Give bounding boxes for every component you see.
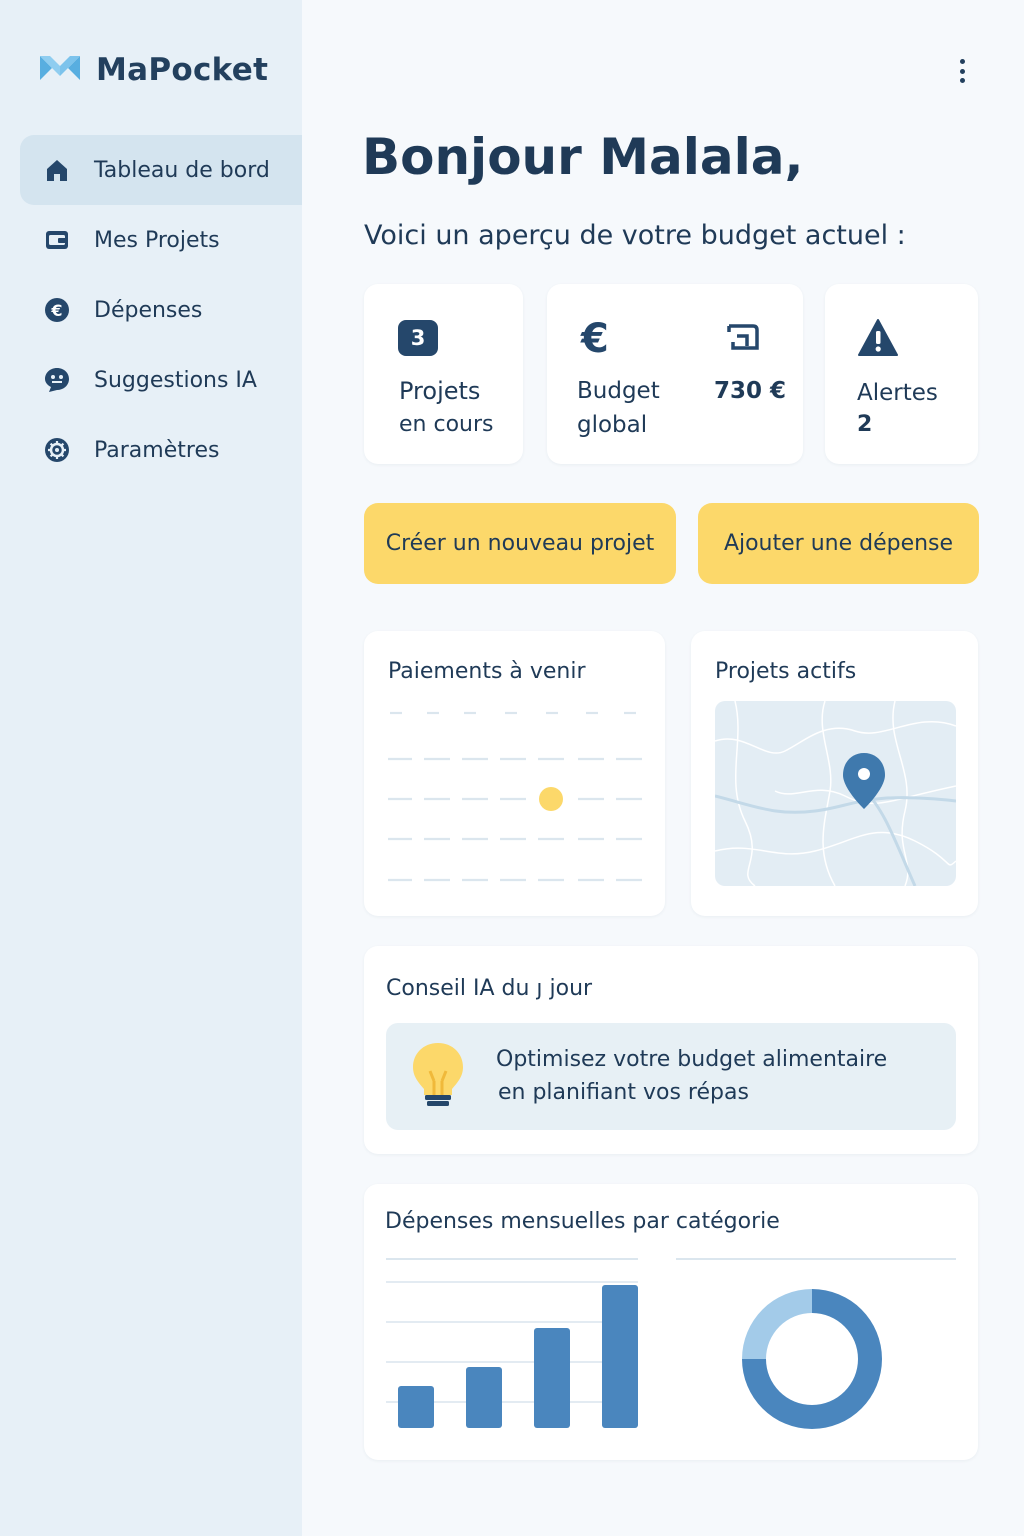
svg-text:€: € — [50, 301, 62, 320]
mapocket-logo-icon — [38, 52, 82, 88]
sidebar-item-label: Suggestions IA — [94, 367, 257, 393]
kebab-dot — [959, 59, 965, 64]
expense-donut-chart — [676, 1258, 956, 1429]
brand[interactable]: MaPocket — [38, 50, 268, 90]
stat-label: en cours — [399, 412, 494, 437]
stat-card-alerts[interactable]: Alertes 2 — [825, 284, 978, 464]
active-projects-card[interactable]: Projets actifs — [691, 631, 978, 916]
project-count-badge: 3 — [398, 320, 438, 356]
monthly-expenses-card[interactable]: Dépenses mensuelles par catégorie — [364, 1184, 978, 1460]
donut-slice-1 — [742, 1289, 812, 1359]
stat-label: global — [577, 412, 648, 438]
page-title: Bonjour Malala, — [362, 128, 804, 186]
stat-card-budget[interactable]: € Budget global 730 € — [547, 284, 803, 464]
bar-1 — [398, 1386, 434, 1428]
sidebar-item-settings[interactable]: Paramètres — [20, 415, 302, 485]
sidebar-item-label: Paramètres — [94, 437, 220, 463]
home-icon — [42, 155, 72, 185]
stat-label: Budget — [577, 378, 660, 404]
sidebar-item-expenses[interactable]: € Dépenses — [20, 275, 302, 345]
expense-bar-chart — [386, 1258, 638, 1428]
kebab-dot — [959, 78, 965, 83]
alerts-count: 2 — [857, 412, 873, 437]
sidebar-item-label: Tableau de bord — [94, 157, 270, 183]
more-options-button[interactable] — [950, 56, 974, 86]
card-shape-icon — [725, 322, 761, 358]
page-subtitle: Voici un aperçu de votre budget actuel : — [364, 220, 906, 251]
kebab-dot — [959, 68, 965, 74]
card-title: Conseil IA du ȷ jour — [386, 976, 593, 1001]
sidebar-item-label: Dépenses — [94, 297, 203, 323]
stat-card-projects[interactable]: 3 Projets en cours — [364, 284, 523, 464]
bar-4 — [602, 1285, 638, 1428]
sidebar-nav: Tableau de bord Mes Projets € Dépenses S… — [20, 135, 302, 485]
payment-date-marker — [539, 787, 563, 811]
sidebar-item-dashboard[interactable]: Tableau de bord — [20, 135, 302, 205]
ai-tip-card[interactable]: Conseil IA du ȷ jour Optimisez votre bud… — [364, 946, 978, 1154]
euro-icon: € — [579, 316, 619, 362]
sidebar-item-ai-suggestions[interactable]: Suggestions IA — [20, 345, 302, 415]
sidebar-item-projects[interactable]: Mes Projets — [20, 205, 302, 275]
tip-box: Optimisez votre budget alimentaire en pl… — [386, 1023, 956, 1130]
payments-calendar — [388, 711, 642, 882]
warning-icon — [857, 318, 899, 362]
stat-label: Alertes — [857, 380, 938, 406]
wallet-icon — [42, 225, 72, 255]
add-expense-button[interactable]: Ajouter une dépense — [698, 503, 979, 584]
projects-map[interactable] — [715, 701, 956, 886]
upcoming-payments-card[interactable]: Paiements à venir — [364, 631, 665, 916]
bar-3 — [534, 1328, 570, 1428]
stat-label: Projets — [399, 377, 481, 405]
euro-icon: € — [42, 295, 72, 325]
create-project-button[interactable]: Créer un nouveau projet — [364, 503, 676, 584]
lightbulb-icon — [410, 1041, 466, 1115]
sidebar-item-label: Mes Projets — [94, 227, 220, 253]
card-title: Projets actifs — [715, 659, 857, 684]
budget-value: 730 € — [714, 378, 787, 404]
sidebar: MaPocket Tableau de bord Mes Projets € D… — [0, 0, 302, 1536]
ai-chat-icon — [42, 365, 72, 395]
card-title: Dépenses mensuelles par catégorie — [385, 1209, 780, 1234]
tip-text: en planifiant vos répas — [498, 1080, 749, 1105]
bar-2 — [466, 1367, 502, 1428]
tip-text: Optimisez votre budget alimentaire — [496, 1047, 888, 1072]
svg-text:€: € — [580, 318, 609, 358]
map-pin-icon — [843, 753, 885, 809]
gear-icon — [42, 435, 72, 465]
app-name: MaPocket — [96, 52, 269, 88]
